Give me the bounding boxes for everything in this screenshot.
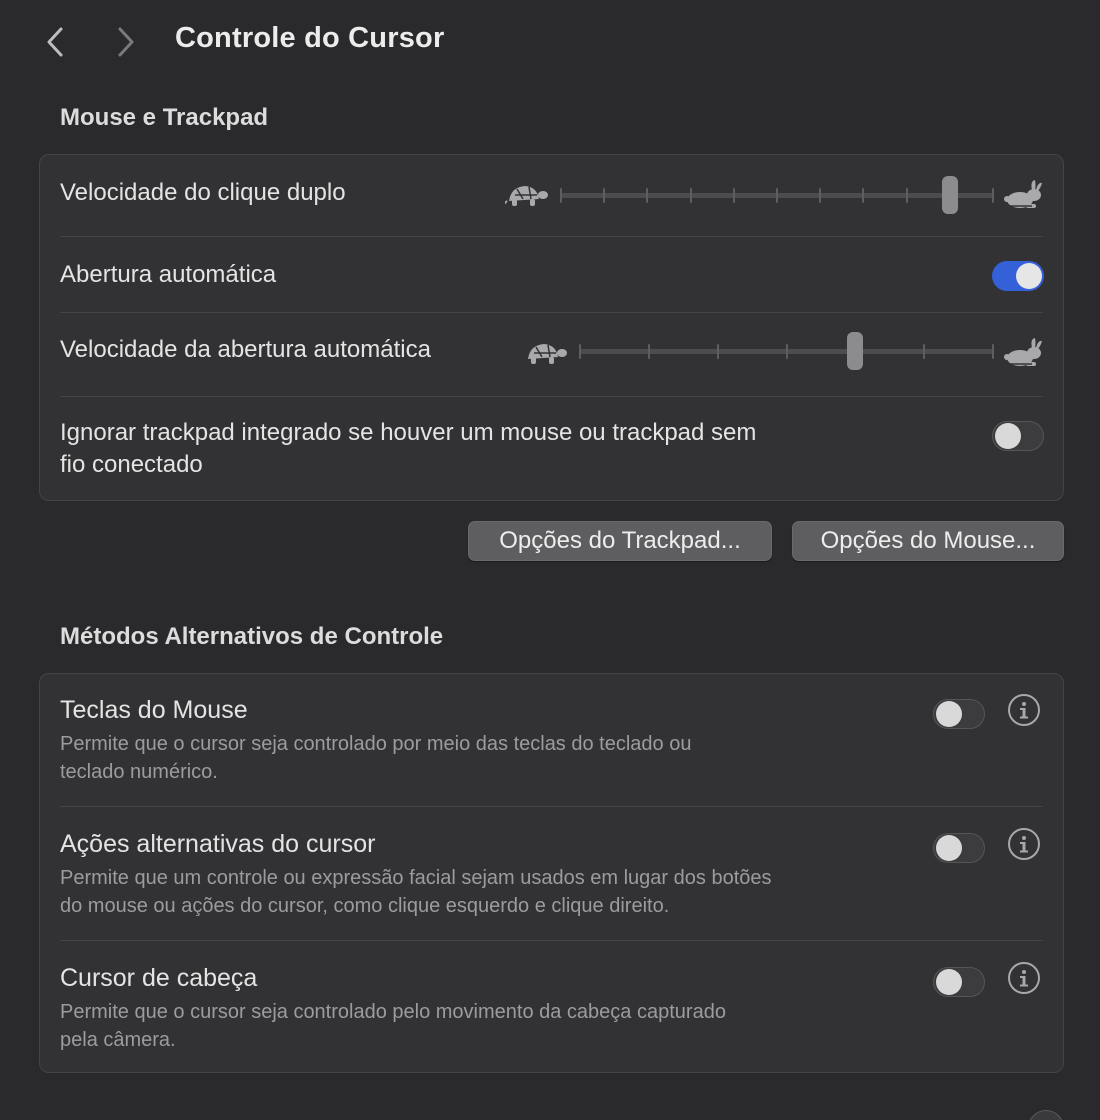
head-pointer-title: Cursor de cabeça <box>60 964 258 992</box>
info-icon[interactable] <box>1008 828 1040 860</box>
slider-tick <box>689 188 692 203</box>
divider <box>60 236 1043 237</box>
info-icon[interactable] <box>1008 962 1040 994</box>
mouse-keys-toggle[interactable] <box>933 699 985 729</box>
forward-button[interactable] <box>113 24 139 60</box>
mouse-options-button[interactable]: Opções do Mouse... <box>792 521 1064 561</box>
rabbit-icon <box>1002 179 1044 211</box>
slider-tick <box>923 344 926 359</box>
chevron-left-icon <box>47 27 63 57</box>
alternative-pointer-actions-row: Ações alternativas do cursor Permite que… <box>60 828 1043 928</box>
toggle-knob <box>995 423 1021 449</box>
alternative-pointer-actions-description-line2: do mouse ou ações do cursor, como clique… <box>60 895 670 917</box>
slider-tick <box>992 188 994 203</box>
mouse-keys-row: Teclas do Mouse Permite que o cursor sej… <box>60 694 1043 794</box>
toggle-knob <box>936 969 962 995</box>
chevron-right-icon <box>118 27 134 57</box>
settings-page: Controle do Cursor Mouse e Trackpad Velo… <box>0 0 1100 1120</box>
spring-loading-speed-slider[interactable] <box>579 331 994 371</box>
ignore-builtin-trackpad-row: Ignorar trackpad integrado se houver um … <box>60 417 1043 485</box>
section-heading-mouse-trackpad: Mouse e Trackpad <box>60 104 269 131</box>
alternative-control-group: Teclas do Mouse Permite que o cursor sej… <box>39 673 1064 1073</box>
spring-loading-toggle[interactable] <box>992 261 1044 291</box>
ignore-builtin-label-line1: Ignorar trackpad integrado se houver um … <box>60 419 757 446</box>
turtle-icon <box>524 339 568 367</box>
double-click-speed-slider[interactable] <box>560 175 994 215</box>
ignore-builtin-trackpad-toggle[interactable] <box>992 421 1044 451</box>
page-title: Controle do Cursor <box>175 22 445 54</box>
slider-tick <box>785 344 788 359</box>
slider-tick <box>732 188 735 203</box>
slider-tick <box>603 188 606 203</box>
spring-loading-speed-label: Velocidade da abertura automática <box>60 336 431 363</box>
divider <box>60 940 1043 941</box>
alternative-pointer-actions-description-line1: Permite que um controle ou expressão fac… <box>60 867 772 889</box>
alternative-pointer-actions-toggle[interactable] <box>933 833 985 863</box>
toggle-knob <box>1016 263 1042 289</box>
head-pointer-row: Cursor de cabeça Permite que o cursor se… <box>60 962 1043 1062</box>
info-icon[interactable] <box>1008 694 1040 726</box>
mouse-keys-title: Teclas do Mouse <box>60 696 248 724</box>
slider-tick <box>560 188 562 203</box>
mouse-keys-description-line1: Permite que o cursor seja controlado por… <box>60 733 692 755</box>
spring-loading-label: Abertura automática <box>60 261 277 288</box>
turtle-icon <box>505 181 549 209</box>
alternative-pointer-actions-title: Ações alternativas do cursor <box>60 830 376 858</box>
slider-tick <box>716 344 719 359</box>
mouse-keys-description-line2: teclado numérico. <box>60 761 218 783</box>
head-pointer-description-line1: Permite que o cursor seja controlado pel… <box>60 1001 726 1023</box>
divider <box>60 806 1043 807</box>
head-pointer-description-line2: pela câmera. <box>60 1029 176 1051</box>
slider-tick <box>776 188 778 203</box>
spring-loading-row: Abertura automática <box>60 256 1043 296</box>
help-button[interactable] <box>1028 1110 1064 1120</box>
toggle-knob <box>936 701 962 727</box>
back-button[interactable] <box>42 24 68 60</box>
slider-tick <box>579 344 581 359</box>
toggle-knob <box>936 835 962 861</box>
slider-thumb[interactable] <box>847 332 864 370</box>
head-pointer-toggle[interactable] <box>933 967 985 997</box>
mouse-trackpad-group: Velocidade do clique duplo Abertura auto… <box>39 154 1064 501</box>
slider-tick <box>647 344 650 359</box>
slider-tick <box>905 188 908 203</box>
slider-tick <box>992 344 994 359</box>
divider <box>60 312 1043 313</box>
rabbit-icon <box>1002 337 1044 369</box>
double-click-speed-label: Velocidade do clique duplo <box>60 179 346 206</box>
slider-thumb[interactable] <box>941 176 958 214</box>
slider-tick <box>819 188 822 203</box>
section-heading-alternative-control: Métodos Alternativos de Controle <box>60 623 444 650</box>
trackpad-options-button[interactable]: Opções do Trackpad... <box>468 521 772 561</box>
ignore-builtin-label-line2: fio conectado <box>60 451 203 478</box>
divider <box>60 396 1043 397</box>
